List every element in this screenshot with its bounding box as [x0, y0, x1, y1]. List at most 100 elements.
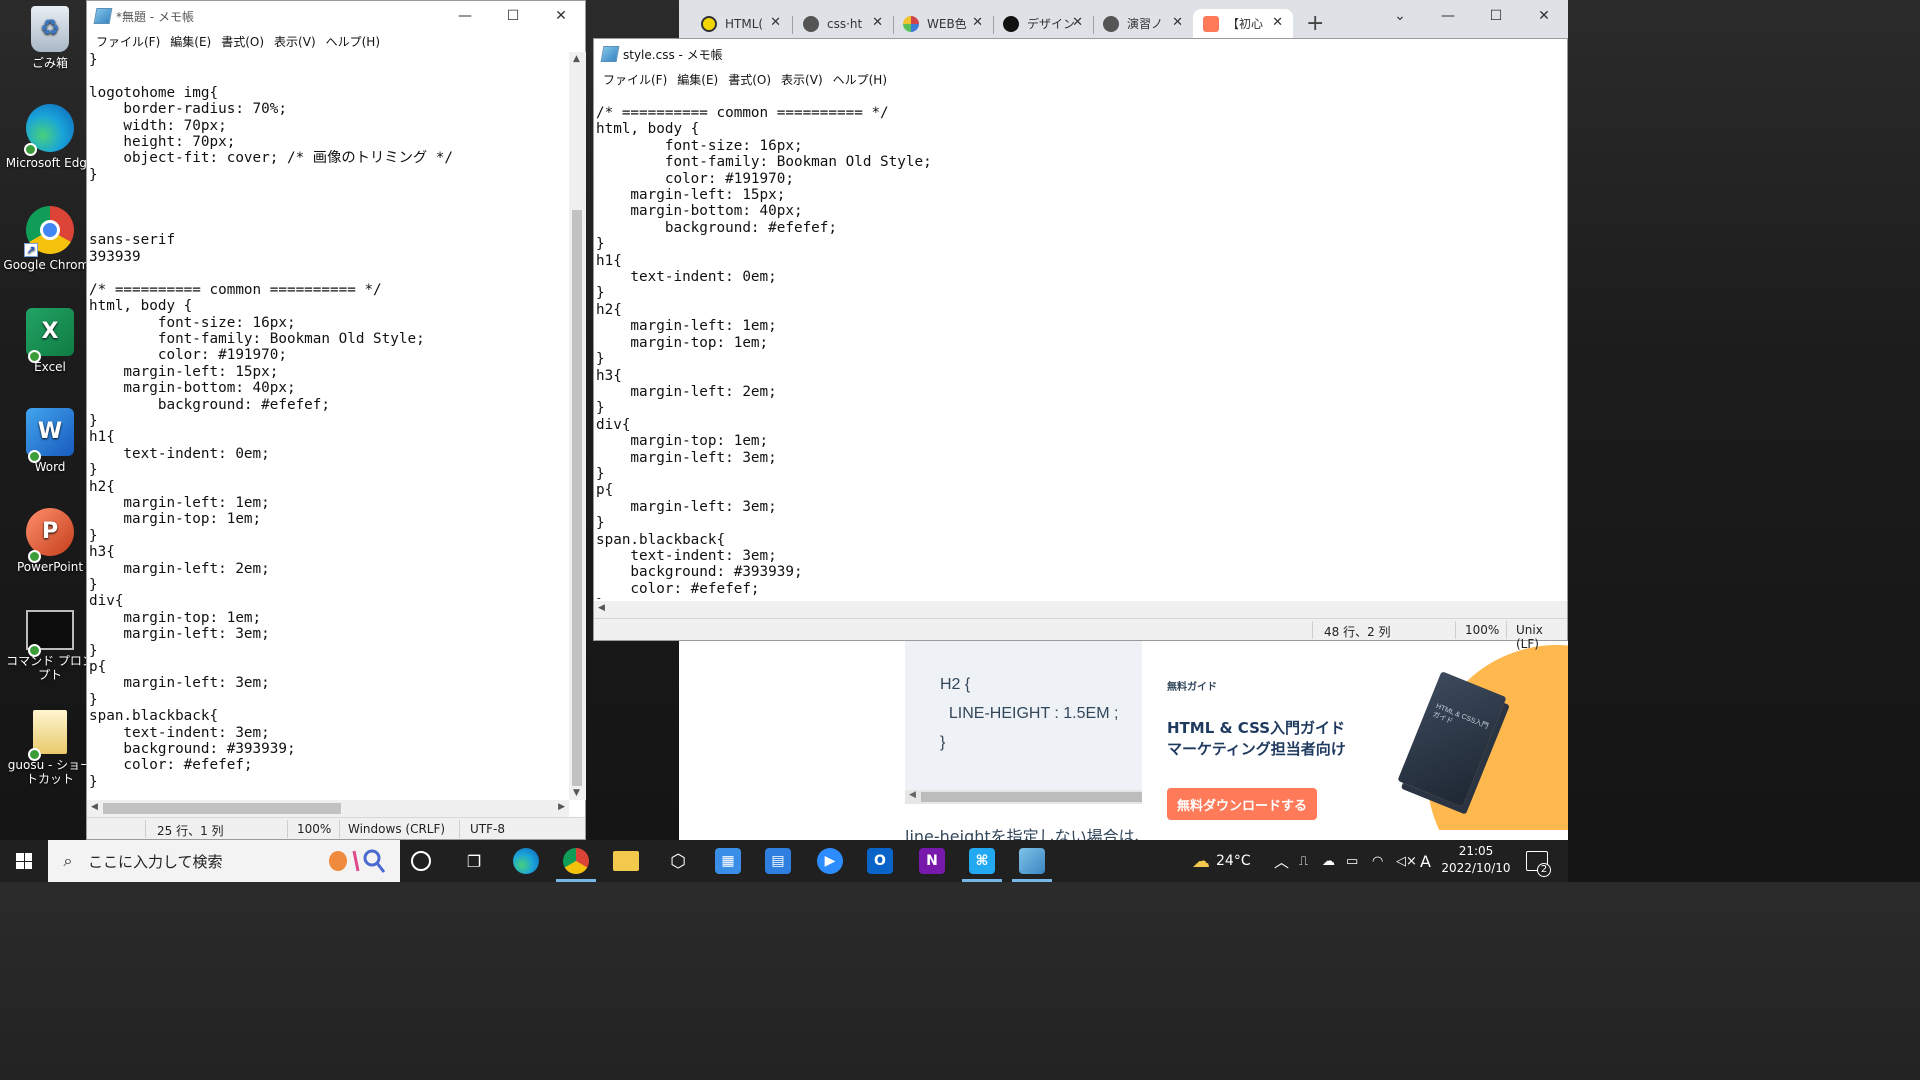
- zoom-meeting-icon[interactable]: ▶: [817, 848, 843, 874]
- scroll-left-icon[interactable]: ◀: [91, 802, 98, 812]
- menu-format[interactable]: 書式(O): [723, 71, 776, 88]
- package-icon[interactable]: ⬡: [665, 848, 691, 874]
- scrollbar-thumb[interactable]: [572, 210, 582, 786]
- horizontal-scrollbar[interactable]: ◀: [594, 601, 1567, 618]
- scroll-right-icon[interactable]: ▶: [558, 802, 565, 812]
- onedrive-icon[interactable]: ☁: [1322, 840, 1335, 882]
- outlook-icon[interactable]: O: [867, 848, 893, 874]
- browser-tab[interactable]: css·ht ✕: [793, 9, 893, 38]
- volume-icon[interactable]: ◁×: [1396, 840, 1417, 882]
- zoom-level: 100%: [297, 822, 332, 836]
- code-scrollbar[interactable]: ◀: [905, 790, 1142, 804]
- browser-tab-active[interactable]: 【初心 ✕: [1193, 9, 1293, 38]
- favicon-icon: [1003, 15, 1019, 32]
- desktop-icon-recycle-bin[interactable]: ♻ ごみ箱: [2, 6, 98, 70]
- scrollbar-thumb[interactable]: [921, 792, 1142, 802]
- tab-search-icon[interactable]: ⌄: [1376, 0, 1424, 32]
- desktop-icon-label: Microsoft Edge: [5, 156, 95, 170]
- sync-check-icon: [28, 644, 41, 657]
- menu-edit[interactable]: 編集(E): [672, 71, 723, 88]
- close-tab-icon[interactable]: ✕: [770, 15, 781, 30]
- status-divider: [1455, 621, 1456, 639]
- scrollbar-thumb[interactable]: [103, 803, 341, 814]
- browser-tab[interactable]: WEB色 ✕: [893, 9, 993, 38]
- scroll-down-icon[interactable]: ▼: [573, 788, 580, 798]
- minimize-icon[interactable]: —: [1424, 0, 1472, 32]
- desktop-icon-word[interactable]: W Word: [2, 408, 98, 474]
- minimize-icon[interactable]: —: [441, 1, 489, 31]
- title-bar[interactable]: style.css - メモ帳: [594, 39, 1567, 69]
- vertical-scrollbar[interactable]: ▲ ▼: [569, 52, 586, 800]
- start-button[interactable]: [0, 840, 48, 882]
- code-line: }: [940, 734, 946, 751]
- task-view-icon[interactable]: ❐: [461, 848, 487, 874]
- desktop-icon-label: guosu - ショートカット: [7, 758, 93, 786]
- scroll-left-icon[interactable]: ◀: [909, 790, 916, 800]
- file-explorer-icon[interactable]: [613, 851, 639, 871]
- vscode-icon[interactable]: ⌘: [969, 848, 995, 874]
- close-icon[interactable]: ✕: [1520, 0, 1568, 32]
- tab-label: 演習ノ: [1127, 17, 1164, 31]
- network-device-icon[interactable]: ⎍: [1299, 840, 1308, 882]
- search-highlight-icon: [329, 849, 386, 873]
- desktop-icon-label: Excel: [34, 360, 66, 374]
- desktop-icon-edge[interactable]: Microsoft Edge: [2, 104, 98, 170]
- close-icon[interactable]: ✕: [537, 1, 585, 31]
- notepad-taskbar-icon[interactable]: [1019, 848, 1045, 874]
- calendar-icon[interactable]: ▤: [765, 848, 791, 874]
- menu-file[interactable]: ファイル(F): [91, 33, 165, 50]
- menu-help[interactable]: ヘルプ(H): [828, 71, 892, 88]
- ime-indicator[interactable]: A: [1420, 840, 1431, 882]
- excel-icon: X: [26, 308, 74, 356]
- desktop-icon-command-prompt[interactable]: コマンド プロンプト: [2, 610, 98, 682]
- menu-edit[interactable]: 編集(E): [165, 33, 216, 50]
- store-icon[interactable]: ▦: [715, 848, 741, 874]
- weather-widget[interactable]: ☁ 24°C: [1192, 840, 1251, 882]
- edge-taskbar-icon[interactable]: [513, 848, 539, 874]
- desktop-icon-chrome[interactable]: ↗ Google Chrome: [2, 206, 98, 272]
- chrome-taskbar-icon[interactable]: [563, 848, 589, 874]
- notepad-window-style-css[interactable]: style.css - メモ帳 ファイル(F) 編集(E) 書式(O) 表示(V…: [593, 38, 1568, 651]
- browser-tab[interactable]: デザイン ✕: [993, 9, 1093, 38]
- clock[interactable]: 21:05 2022/10/10: [1434, 843, 1518, 877]
- close-tab-icon[interactable]: ✕: [872, 15, 883, 30]
- text-editor[interactable]: /* ========== common ========== */ html,…: [596, 105, 1564, 599]
- show-hidden-icons[interactable]: ︿: [1274, 840, 1289, 882]
- browser-tab-bar: HTML( ✕ css·ht ✕ WEB色 ✕ デザイン ✕ 演習ノ ✕ 【初心…: [679, 0, 1568, 38]
- download-button[interactable]: 無料ダウンロードする: [1167, 788, 1317, 820]
- text-editor[interactable]: } logotohome img{ border-radius: 70%; wi…: [89, 52, 567, 798]
- menu-file[interactable]: ファイル(F): [598, 71, 672, 88]
- new-tab-button[interactable]: +: [1306, 13, 1324, 35]
- menu-help[interactable]: ヘルプ(H): [321, 33, 385, 50]
- menu-format[interactable]: 書式(O): [216, 33, 269, 50]
- close-tab-icon[interactable]: ✕: [1172, 15, 1183, 30]
- desktop-icon-guosu-shortcut[interactable]: guosu - ショートカット: [2, 710, 98, 786]
- tab-label: css·ht: [827, 16, 863, 31]
- onenote-icon[interactable]: N: [919, 848, 945, 874]
- maximize-icon[interactable]: ☐: [489, 1, 537, 31]
- desktop-icon-excel[interactable]: X Excel: [2, 308, 98, 374]
- guide-title: HTML & CSS入門ガイド マーケティング担当者向け: [1167, 718, 1346, 760]
- notepad-window-untitled[interactable]: *無題 - メモ帳 — ☐ ✕ ファイル(F) 編集(E) 書式(O) 表示(V…: [86, 0, 586, 840]
- browser-tab[interactable]: 演習ノ ✕: [1093, 9, 1193, 38]
- menu-view[interactable]: 表示(V): [269, 33, 321, 50]
- scroll-left-icon[interactable]: ◀: [598, 603, 605, 613]
- taskbar-search[interactable]: ⌕ ここに入力して検索: [48, 840, 400, 882]
- tab-label: HTML(: [725, 16, 764, 31]
- close-tab-icon[interactable]: ✕: [1072, 15, 1083, 30]
- battery-icon[interactable]: ▭: [1346, 840, 1358, 882]
- desktop-icon-powerpoint[interactable]: P PowerPoint: [2, 508, 98, 574]
- browser-tab[interactable]: HTML( ✕: [691, 9, 791, 38]
- scroll-up-icon[interactable]: ▲: [573, 54, 580, 64]
- powerpoint-icon: P: [26, 508, 74, 556]
- horizontal-scrollbar[interactable]: ◀ ▶: [87, 800, 569, 817]
- wifi-icon[interactable]: ◠: [1372, 840, 1383, 882]
- menu-view[interactable]: 表示(V): [776, 71, 828, 88]
- cortana-icon[interactable]: [411, 851, 431, 871]
- close-tab-icon[interactable]: ✕: [1272, 15, 1283, 30]
- maximize-icon[interactable]: ☐: [1472, 0, 1520, 32]
- guide-title-line: マーケティング担当者向け: [1167, 740, 1346, 758]
- close-tab-icon[interactable]: ✕: [972, 15, 983, 30]
- title-bar[interactable]: *無題 - メモ帳 — ☐ ✕: [87, 1, 585, 31]
- running-indicator: [1012, 879, 1052, 882]
